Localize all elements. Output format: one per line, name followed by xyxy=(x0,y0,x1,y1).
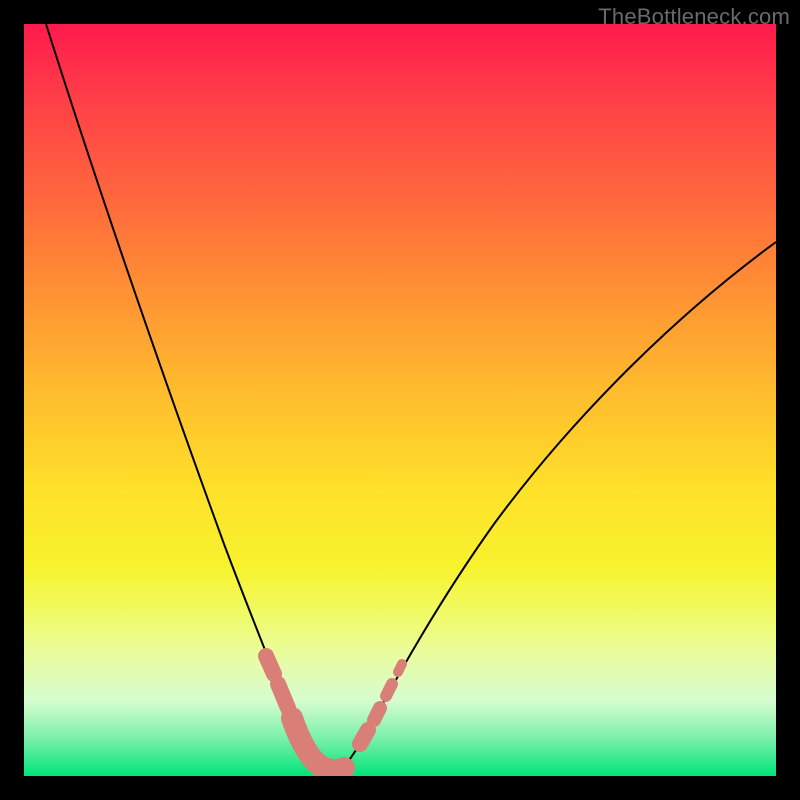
chart-frame xyxy=(24,24,776,776)
highlight-lobe-left-upper xyxy=(266,656,274,674)
highlight-lobe-right-top xyxy=(398,664,402,672)
highlight-lobe-left-lower xyxy=(278,684,288,708)
curve-right-branch xyxy=(340,242,776,772)
highlight-lobe-right-mid xyxy=(374,708,380,720)
highlight-lobe-right-lower xyxy=(360,730,368,744)
curve-left-branch xyxy=(46,24,320,772)
bottleneck-curve-chart xyxy=(24,24,776,776)
watermark-text: TheBottleneck.com xyxy=(598,4,790,30)
highlight-valley xyxy=(292,718,344,770)
highlight-lobe-right-upper xyxy=(386,684,392,696)
